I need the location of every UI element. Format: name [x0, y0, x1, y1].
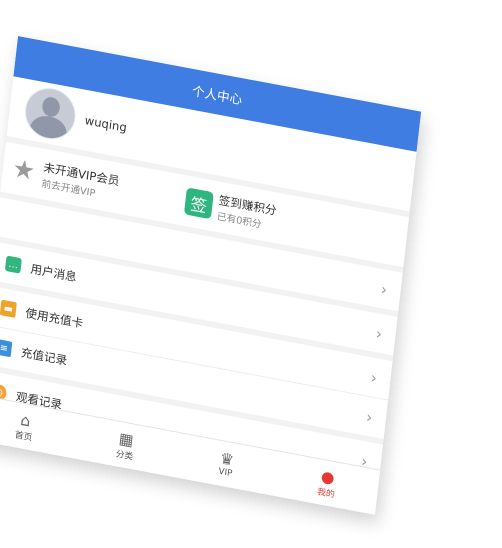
- tab-label: VIP: [217, 466, 233, 480]
- phone-screen: 个人中心 wuqing ★ 未开通VIP会员 前去开通VIP 签 签到赚积分 已…: [0, 36, 422, 515]
- home-icon: ⌂: [19, 409, 32, 430]
- card-icon: ▬: [0, 299, 17, 318]
- chevron-right-icon: ›: [379, 279, 389, 299]
- avatar-head-shape: [41, 95, 61, 119]
- tab-label: 我的: [316, 486, 336, 500]
- chevron-right-icon: ›: [374, 323, 384, 343]
- username: wuqing: [84, 113, 128, 135]
- star-icon: ★: [10, 153, 37, 187]
- avatar-body-shape: [28, 113, 69, 144]
- tab-label: 分类: [115, 449, 134, 462]
- avatar[interactable]: [22, 84, 79, 144]
- chevron-right-icon: ›: [369, 367, 379, 387]
- tab-label: 首页: [14, 430, 33, 444]
- chevron-right-icon: ›: [365, 406, 374, 427]
- message-icon: …: [4, 255, 22, 274]
- sign-text: 签到赚积分 已有0积分: [216, 192, 277, 234]
- sign-in-button[interactable]: 签 签到赚积分 已有0积分: [183, 185, 278, 234]
- vip-text: 未开通VIP会员 前去开通VIP: [41, 159, 120, 204]
- records-icon: ≡: [0, 339, 13, 358]
- page-title: 个人中心: [191, 83, 243, 108]
- mockup-stage: 个人中心 wuqing ★ 未开通VIP会员 前去开通VIP 签 签到赚积分 已…: [0, 0, 502, 548]
- sign-icon: 签: [183, 187, 214, 220]
